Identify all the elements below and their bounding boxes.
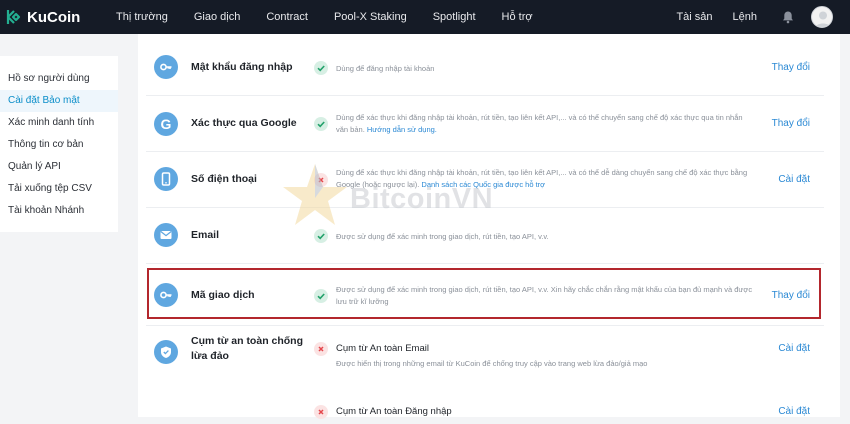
sidebar-item-kyc[interactable]: Xác minh danh tính [0,112,118,134]
watermark-text: BitcoinVN [350,183,494,215]
security-row-google-auth: G Xác thực qua Google Dùng để xác thực k… [146,96,824,152]
row-title: Số điện thoại [191,173,257,185]
nav-spotlight[interactable]: Spotlight [420,11,489,23]
check-icon [314,117,328,131]
row-title: Email [191,229,220,241]
avatar[interactable] [811,6,833,28]
shield-icon [154,340,178,364]
nav-orders[interactable]: Lệnh [723,11,767,23]
kucoin-logo-icon [6,10,21,24]
top-navbar: KuCoin Thị trường Giao dịch Contract Poo… [0,0,850,34]
check-icon [314,61,328,75]
row-description: Được hiển thị trong những email từ KuCoi… [336,359,648,368]
security-settings-panel: Mật khẩu đăng nhập Dùng để đăng nhập tài… [138,34,840,419]
check-icon [314,229,328,243]
nav-support[interactable]: Hỗ trợ [489,11,546,23]
key-icon [154,55,178,79]
change-google-auth-button[interactable]: Thay đổi [772,118,810,129]
highlight-box [147,268,821,319]
nav-right: Tài sản Lệnh [666,0,850,34]
sidebar-item-csv[interactable]: Tải xuống tệp CSV [0,178,118,200]
setup-phone-button[interactable]: Cài đặt [778,174,810,185]
main-nav: Thị trường Giao dịch Contract Pool-X Sta… [103,11,546,23]
nav-trade[interactable]: Giao dịch [181,11,253,23]
nav-markets[interactable]: Thị trường [103,11,181,23]
nav-poolx-staking[interactable]: Pool-X Staking [321,11,420,23]
google-guide-link[interactable]: Hướng dẫn sử dụng. [367,125,437,134]
sidebar-item-security[interactable]: Cài đặt Bảo mật [0,90,118,112]
kucoin-logo[interactable]: KuCoin [5,8,85,26]
star-logo-icon [283,164,347,225]
sidebar-item-api[interactable]: Quản lý API [0,156,118,178]
security-row-login-phrase: Cụm từ An toàn Đăng nhập Cài đặt [146,388,824,419]
sidebar-item-basic-info[interactable]: Thông tin cơ bản [0,134,118,156]
email-icon [154,223,178,247]
row-description: Được sử dụng để xác minh trong giao dịch… [336,232,549,241]
cross-icon [314,342,328,356]
brand-name: KuCoin [27,8,81,26]
setup-login-antiphishing-button[interactable]: Cài đặt [778,406,810,417]
row-title: Cụm từ an toàn chống lừa đảo [191,335,304,362]
change-login-password-button[interactable]: Thay đổi [772,62,810,73]
sidebar-item-profile[interactable]: Hồ sơ người dùng [0,68,118,90]
nav-contract[interactable]: Contract [253,11,321,23]
row-description: Dùng để xác thực khi đăng nhập tài khoản… [336,113,743,134]
security-row-anti-phishing: Cụm từ an toàn chống lừa đảo Cụm từ An t… [146,326,824,388]
email-antiphishing-label: Cụm từ An toàn Email [336,343,429,354]
row-title: Xác thực qua Google [191,117,297,129]
security-row-login-password: Mật khẩu đăng nhập Dùng để đăng nhập tài… [146,34,824,96]
row-description: Dùng để đăng nhập tài khoản [336,64,435,73]
google-icon: G [154,112,178,136]
row-title: Mật khẩu đăng nhập [191,61,293,73]
user-icon [815,11,831,27]
login-antiphishing-label: Cụm từ An toàn Đăng nhập [336,406,452,417]
setup-email-antiphishing-button[interactable]: Cài đặt [778,343,810,354]
bitcoinvn-watermark: BitcoinVN [280,160,493,230]
bell-icon[interactable] [781,10,795,24]
account-sidebar: Hồ sơ người dùng Cài đặt Bảo mật Xác min… [0,56,118,232]
security-row-email: Email Được sử dụng để xác minh trong gia… [146,208,824,264]
sidebar-item-subaccount[interactable]: Tài khoản Nhánh [0,200,118,222]
phone-icon [154,167,178,191]
nav-assets[interactable]: Tài sản [666,11,722,23]
